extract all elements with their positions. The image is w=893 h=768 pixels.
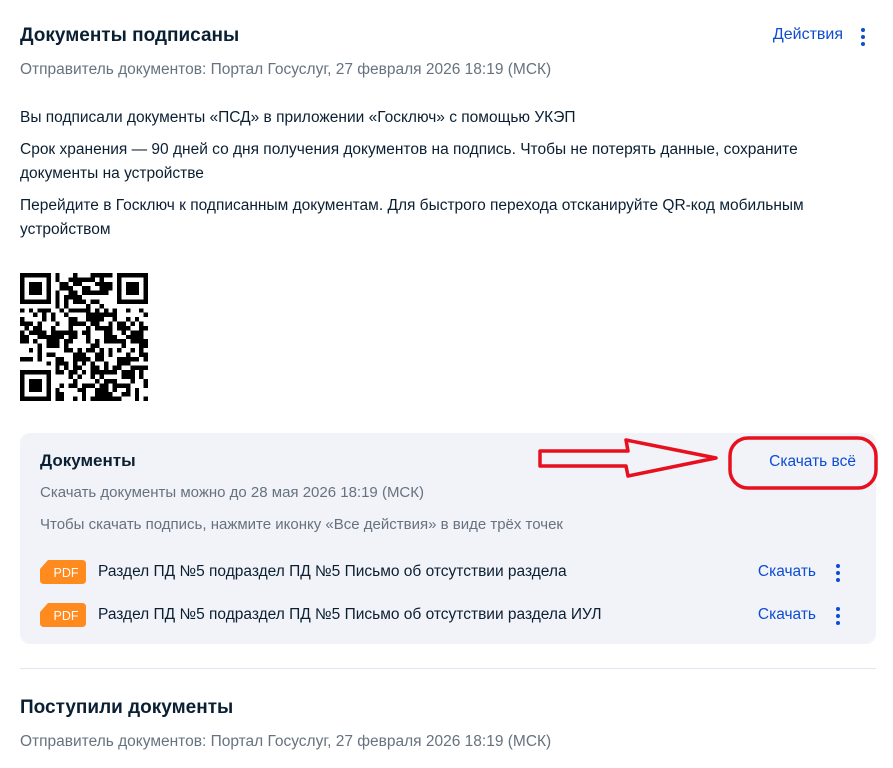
document-name: Раздел ПД №5 подраздел ПД №5 Письмо об о… bbox=[98, 606, 602, 623]
pdf-file-icon: PDF bbox=[40, 560, 86, 584]
documents-card-title: Документы bbox=[40, 451, 136, 470]
document-actions-kebab-icon[interactable] bbox=[836, 607, 840, 625]
signature-download-hint: Чтобы скачать подпись, нажмите иконку «В… bbox=[40, 516, 563, 533]
document-actions-kebab-icon[interactable] bbox=[836, 564, 840, 582]
documents-card: Документы Скачать всё Скачать документы … bbox=[20, 433, 876, 644]
document-download-button[interactable]: Скачать bbox=[758, 606, 816, 624]
signed-section-title: Документы подписаны bbox=[20, 25, 240, 46]
received-sender-info: Отправитель документов: Портал Госуслуг,… bbox=[20, 733, 552, 750]
document-row: PDF Раздел ПД №5 подраздел ПД №5 Письмо … bbox=[40, 560, 860, 586]
signed-info-paragraph: Вы подписали документы «ПСД» в приложени… bbox=[20, 109, 576, 126]
section-divider bbox=[20, 668, 876, 669]
pdf-type-label: PDF bbox=[54, 566, 79, 580]
actions-kebab-icon[interactable] bbox=[861, 28, 865, 46]
document-row: PDF Раздел ПД №5 подраздел ПД №5 Письмо … bbox=[40, 603, 860, 629]
download-deadline-note: Скачать документы можно до 28 мая 2026 1… bbox=[40, 484, 425, 501]
pdf-file-icon: PDF bbox=[40, 603, 86, 627]
storage-info-paragraph: Срок хранения — 90 дней со дня получения… bbox=[20, 141, 798, 182]
pdf-type-label: PDF bbox=[54, 609, 79, 623]
qr-info-paragraph: Перейдите в Госключ к подписанным докуме… bbox=[20, 197, 804, 238]
document-name: Раздел ПД №5 подраздел ПД №5 Письмо об о… bbox=[98, 563, 567, 580]
download-all-button[interactable]: Скачать всё bbox=[769, 453, 856, 471]
document-download-button[interactable]: Скачать bbox=[758, 563, 816, 581]
actions-button[interactable]: Действия bbox=[773, 26, 843, 44]
received-section-title: Поступили документы bbox=[20, 697, 234, 718]
page: Документы подписаны Действия Отправитель… bbox=[0, 0, 893, 768]
qr-code-icon bbox=[20, 273, 148, 401]
signed-sender-info: Отправитель документов: Портал Госуслуг,… bbox=[20, 61, 552, 78]
